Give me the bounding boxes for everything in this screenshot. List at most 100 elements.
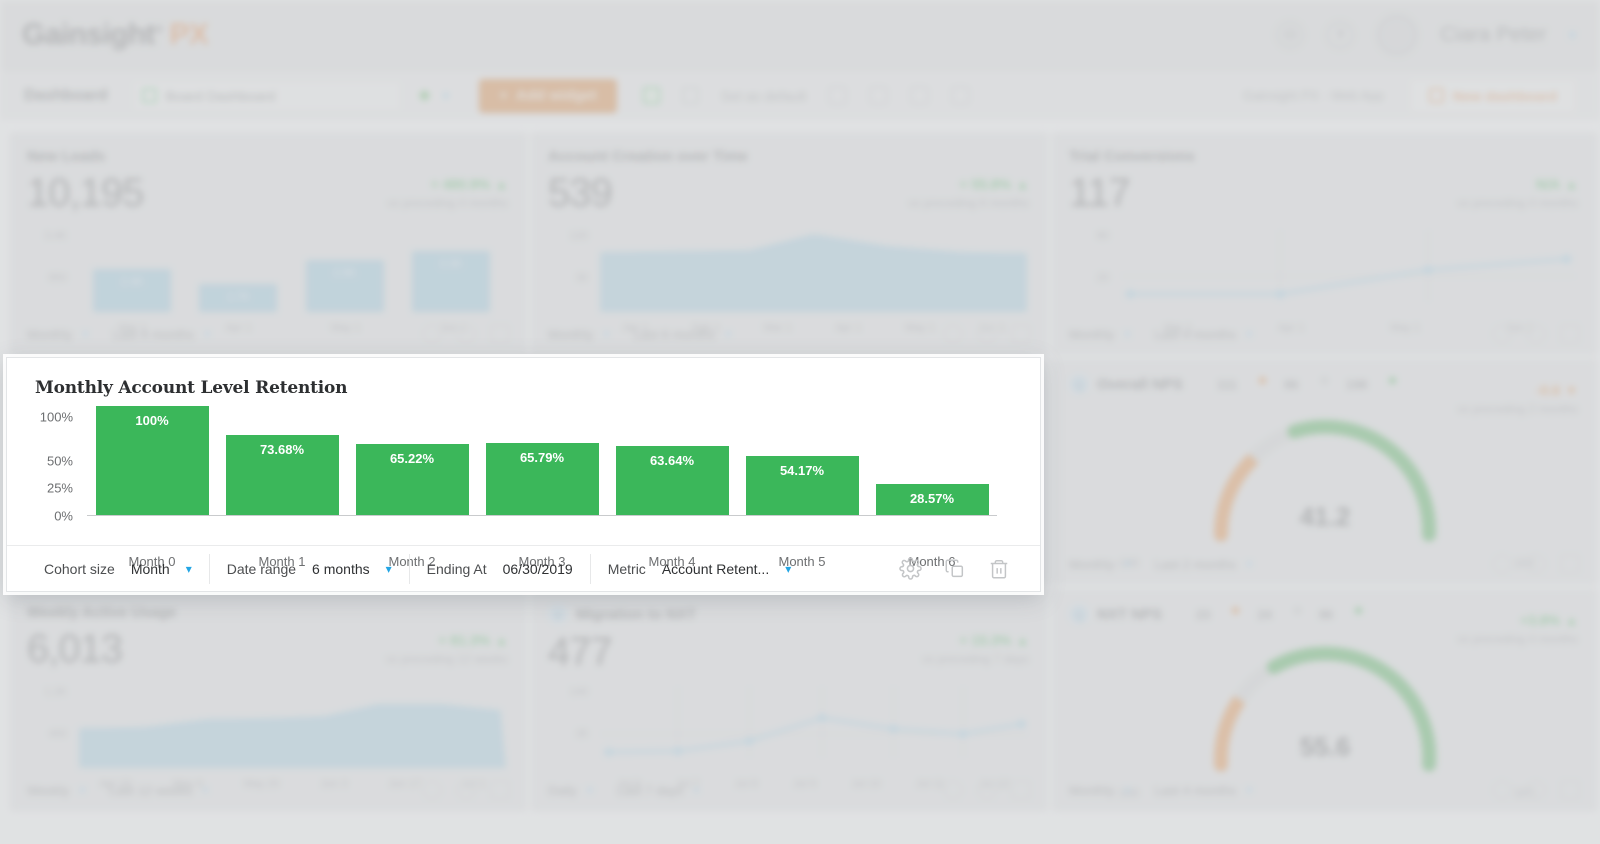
duplicate-icon[interactable] xyxy=(456,324,476,344)
control-label: Ending At xyxy=(427,561,487,577)
control-metric[interactable]: Metric Account Retent... ▾ xyxy=(590,554,809,584)
edit-icon[interactable] xyxy=(643,87,660,104)
chevron-down-icon[interactable]: ▾ xyxy=(1246,783,1252,797)
delete-icon[interactable] xyxy=(490,780,510,800)
nps-detractors: 23 xyxy=(1196,607,1210,622)
chevron-down-icon[interactable]: ▾ xyxy=(1246,557,1252,571)
add-widget-button[interactable]: + Add widget xyxy=(479,79,617,113)
chevron-down-icon[interactable]: ▾ xyxy=(204,327,210,341)
chevron-down-icon[interactable]: ▾ xyxy=(79,783,85,797)
set-default-label: Set as default xyxy=(721,88,807,104)
delta-comparison: vs preceding 4 months xyxy=(1457,632,1578,646)
granularity-label[interactable]: Daily xyxy=(548,783,577,798)
chevron-down-icon[interactable]: ▾ xyxy=(386,562,392,576)
settings-icon[interactable] xyxy=(1492,324,1512,344)
duplicate-icon[interactable] xyxy=(977,324,997,344)
granularity-label[interactable]: Monthly xyxy=(1069,557,1115,572)
settings-icon[interactable] xyxy=(899,557,922,580)
chevron-down-icon[interactable]: ▾ xyxy=(186,562,192,576)
chevron-down-icon[interactable]: ▾ xyxy=(725,327,731,341)
control-date-range[interactable]: Date range 6 months ▾ xyxy=(209,554,409,584)
avatar[interactable] xyxy=(1376,14,1418,56)
range-label[interactable]: Last 12 weeks xyxy=(109,783,192,798)
widget-delta: -0.6▼ vs preceding 2 months xyxy=(1457,382,1578,416)
user-name[interactable]: Ciara Peter xyxy=(1440,23,1546,47)
chevron-down-icon[interactable]: ▾ xyxy=(1125,783,1131,797)
control-ending-at[interactable]: Ending At 06/30/2019 xyxy=(409,554,590,584)
duplicate-icon[interactable] xyxy=(977,780,997,800)
delete-icon[interactable] xyxy=(988,558,1010,580)
chevron-down-icon[interactable]: ▾ xyxy=(1246,327,1252,341)
range-label[interactable]: Last 4 months xyxy=(1155,783,1237,798)
control-cohort-size[interactable]: Cohort size Month ▾ xyxy=(27,554,209,584)
y-tick: 120 xyxy=(570,230,588,242)
bar-column: 28.57% xyxy=(867,406,997,515)
chevron-down-icon[interactable]: ▾ xyxy=(1125,327,1131,341)
widget-new-leads[interactable]: New Leads 10,195 + 480.9%▲ vs preceding … xyxy=(10,133,527,355)
widget-nxt-nps[interactable]: Q NXT NPS 23 24 86 +3.8%▲ vs preceding 4… xyxy=(1052,589,1597,811)
range-label[interactable]: Last 2 months xyxy=(1155,557,1237,572)
granularity-label[interactable]: Monthly xyxy=(27,327,73,342)
delete-icon[interactable] xyxy=(869,86,888,105)
delete-icon[interactable] xyxy=(1011,780,1031,800)
bar: 2.9K xyxy=(306,260,384,312)
delete-icon[interactable] xyxy=(1560,324,1580,344)
settings-icon[interactable] xyxy=(422,780,442,800)
widget-account-creation[interactable]: Account Creation over Time 539 + 55.8%▲ … xyxy=(531,133,1048,355)
delta-comparison: vs preceding 2 months xyxy=(1457,402,1578,416)
chevron-down-icon[interactable]: ▾ xyxy=(203,783,209,797)
duplicate-icon[interactable] xyxy=(456,780,476,800)
delta-value: + 81.3%▲ xyxy=(386,632,508,648)
copy-icon[interactable] xyxy=(828,86,847,105)
bar-column: 73.68% xyxy=(217,406,347,515)
range-label[interactable]: Last 7 days xyxy=(617,783,684,798)
delete-icon[interactable] xyxy=(1560,554,1580,574)
help-icon[interactable]: ? xyxy=(1326,21,1354,49)
chevron-down-icon[interactable]: ▾ xyxy=(83,327,89,341)
set-default-checkbox[interactable] xyxy=(682,87,699,104)
range-label[interactable]: Last 4 months xyxy=(113,327,195,342)
range-label[interactable]: Last 6 months xyxy=(634,327,716,342)
share-icon[interactable] xyxy=(910,86,929,105)
settings-icon[interactable] xyxy=(1492,780,1512,800)
duplicate-icon[interactable] xyxy=(944,558,966,580)
settings-icon[interactable] xyxy=(943,780,963,800)
settings-icon[interactable] xyxy=(943,324,963,344)
widget-trial-conversions[interactable]: Trial Conversions 117 N/A▲ vs preceding … xyxy=(1052,133,1597,355)
widget-overall-nps[interactable]: Q Overall NPS 111 86 198 -0.6▼ vs preced… xyxy=(1052,359,1597,585)
chevron-down-icon[interactable]: ▾ xyxy=(443,88,450,104)
granularity-label[interactable]: Monthly xyxy=(1069,327,1115,342)
widget-title-text: Migration to NXT xyxy=(576,606,696,623)
delete-icon[interactable] xyxy=(490,324,510,344)
chevron-down-icon[interactable]: ▾ xyxy=(1568,26,1576,44)
widget-delta: +3.8%▲ vs preceding 4 months xyxy=(1457,612,1578,646)
app-selector[interactable]: Gainsight PX - Web App xyxy=(1243,87,1384,105)
delete-icon[interactable] xyxy=(1011,324,1031,344)
dashboard-select[interactable]: Board Dashboard xyxy=(132,80,402,112)
bar-series: 100% 73.68% 65.22% 65.79% 63.64% 54.17% … xyxy=(87,406,997,515)
widget-weekly-active-usage[interactable]: Weekly Active Usage 6,013 + 81.3%▲ vs pr… xyxy=(10,589,527,811)
range-label[interactable]: Last 4 months xyxy=(1155,327,1237,342)
chevron-down-icon[interactable]: ▾ xyxy=(785,562,791,576)
chevron-down-icon[interactable]: ▾ xyxy=(604,327,610,341)
nps-promoters: 86 xyxy=(1319,607,1333,622)
widget-migration-to-nxt[interactable]: ● Migration to NXT 477 + 15.3%▲ vs prece… xyxy=(531,589,1048,811)
new-dashboard-button[interactable]: New dashboard xyxy=(1410,79,1576,113)
granularity-label[interactable]: Monthly xyxy=(1069,783,1115,798)
settings-icon[interactable] xyxy=(422,324,442,344)
chevron-down-icon[interactable]: ▾ xyxy=(587,783,593,797)
chevron-down-icon[interactable]: ▾ xyxy=(1125,557,1131,571)
retention-widget-modal[interactable]: Monthly Account Level Retention 100% 50%… xyxy=(6,357,1041,592)
download-icon[interactable] xyxy=(951,86,970,105)
duplicate-icon[interactable] xyxy=(1526,554,1546,574)
widget-actions xyxy=(1492,324,1580,344)
chat-icon[interactable]: ⚇ xyxy=(1276,21,1304,49)
granularity-label[interactable]: Weekly xyxy=(27,783,69,798)
chevron-down-icon[interactable]: ▾ xyxy=(693,783,699,797)
duplicate-icon[interactable] xyxy=(1526,780,1546,800)
duplicate-icon[interactable] xyxy=(1526,324,1546,344)
delete-icon[interactable] xyxy=(1560,780,1580,800)
settings-icon[interactable] xyxy=(1492,554,1512,574)
granularity-label[interactable]: Monthly xyxy=(548,327,594,342)
bar-column: 65.79% xyxy=(477,406,607,515)
